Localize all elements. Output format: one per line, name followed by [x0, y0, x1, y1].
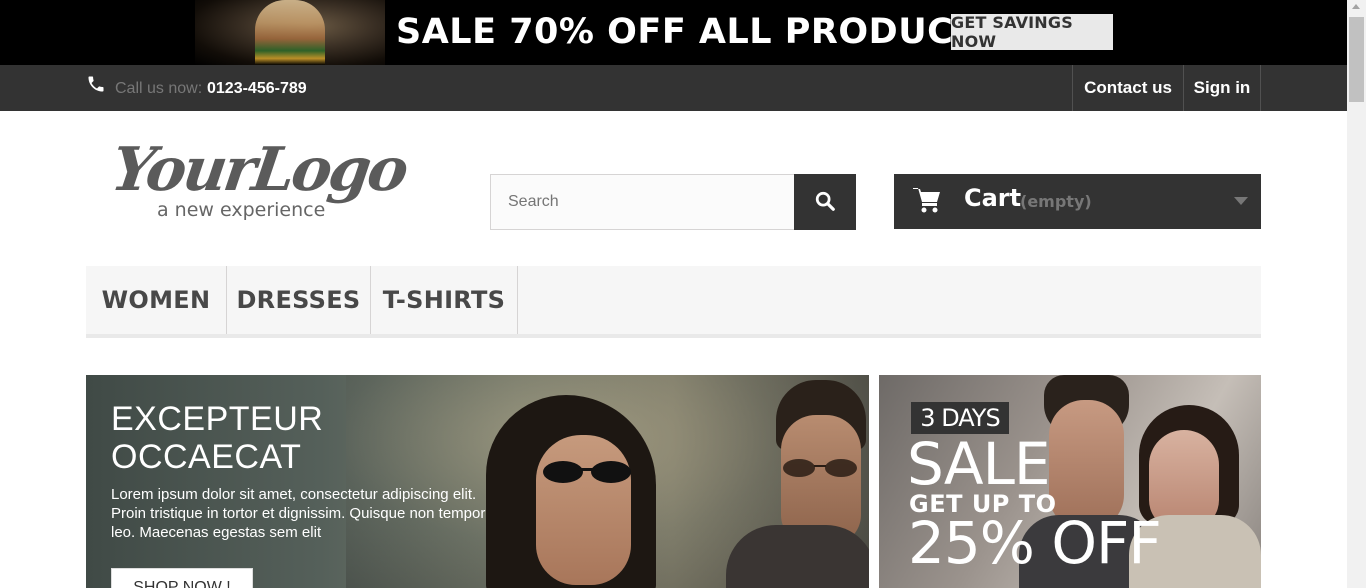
- menu-item-women[interactable]: WOMEN: [86, 266, 227, 334]
- caret-down-icon: [1234, 197, 1248, 205]
- sunglasses-graphic: [543, 461, 631, 483]
- main-menu: WOMEN DRESSES T-SHIRTS: [86, 266, 1261, 338]
- site-logo[interactable]: YourLogo a new experience: [107, 135, 410, 230]
- page-scrollbar[interactable]: [1347, 0, 1366, 588]
- call-us-label: Call us now:: [115, 80, 203, 97]
- home-slider[interactable]: EXCEPTEUR OCCAECAT Lorem ipsum dolor sit…: [86, 375, 869, 588]
- phone-number: 0123-456-789: [207, 80, 307, 97]
- contact-us-link[interactable]: Contact us: [1072, 65, 1183, 111]
- cart-status: (empty): [1020, 192, 1092, 211]
- promo-banner[interactable]: SALE 70% OFF ALL PRODUCTS GET SAVINGS NO…: [0, 0, 1347, 65]
- promo-model-figure: [255, 0, 325, 65]
- slider-description: Lorem ipsum dolor sit amet, consectetur …: [111, 486, 486, 541]
- cart-icon: [912, 186, 942, 219]
- promo-headline: SALE 70% OFF ALL PRODUCTS: [396, 12, 1004, 52]
- menu-item-tshirts[interactable]: T-SHIRTS: [371, 266, 518, 334]
- phone-icon: [86, 74, 106, 94]
- cart-label: Cart: [964, 184, 1022, 212]
- menu-item-dresses[interactable]: DRESSES: [227, 266, 371, 334]
- search-icon: [814, 190, 836, 215]
- top-nav-bar: Call us now: 0123-456-789 Contact us Sig…: [0, 65, 1347, 111]
- shop-now-button[interactable]: SHOP NOW !: [111, 568, 253, 588]
- get-savings-button[interactable]: GET SAVINGS NOW: [951, 13, 1113, 51]
- search-button[interactable]: [794, 174, 856, 230]
- scroll-up-arrow-icon[interactable]: [1352, 4, 1360, 9]
- logo-tagline: a new experience: [157, 199, 326, 221]
- man-sunglasses-graphic: [783, 459, 857, 477]
- logo-wordmark: YourLogo: [107, 135, 410, 205]
- percent-off-label: 25% OFF: [908, 509, 1162, 577]
- cart-dropdown[interactable]: Cart (empty): [894, 174, 1261, 229]
- slider-title: EXCEPTEUR OCCAECAT: [111, 400, 324, 476]
- slider-woman-face: [536, 435, 631, 585]
- sale-heading: SALE: [907, 430, 1051, 498]
- sign-in-link[interactable]: Sign in: [1183, 65, 1261, 111]
- scroll-thumb[interactable]: [1349, 17, 1364, 102]
- sale-promo-banner[interactable]: 3 DAYS SALE GET UP TO 25% OFF: [879, 375, 1261, 588]
- search-input[interactable]: [490, 174, 795, 230]
- slider-man-coat: [726, 525, 869, 588]
